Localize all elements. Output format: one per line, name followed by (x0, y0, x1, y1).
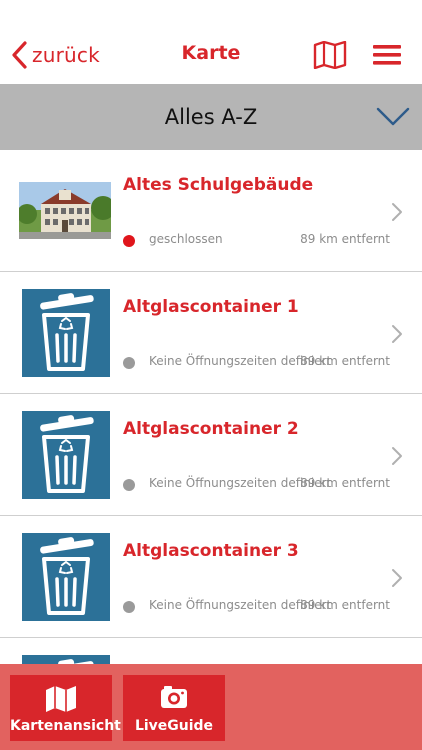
top-navigation-bar: zurück Karte (0, 0, 422, 84)
school-building-photo (19, 182, 111, 239)
distance-label: 89 km entfernt (300, 598, 390, 612)
list-item[interactable]: Altglascontainer 1 Keine Öffnungszeiten … (0, 272, 422, 394)
recycle-bin-icon (22, 533, 110, 621)
sort-filter-dropdown[interactable]: Alles A-Z (0, 84, 422, 150)
status-indicator-undefined (123, 479, 135, 491)
recycle-bin-icon (22, 411, 110, 499)
item-title: Altglascontainer 3 (123, 541, 299, 561)
camera-icon (161, 686, 187, 708)
chevron-right-icon (392, 447, 402, 465)
chevron-right-icon (392, 325, 402, 343)
map-view-button[interactable]: Kartenansicht (10, 675, 121, 741)
item-title: Altglascontainer 2 (123, 419, 299, 439)
poi-list: Altes Schulgebäude geschlossen 89 km ent… (0, 150, 422, 750)
item-title: Altes Schulgebäude (123, 175, 314, 195)
map-view-button-label: Kartenansicht (10, 718, 121, 734)
menu-icon[interactable] (373, 43, 401, 67)
chevron-right-icon (392, 203, 402, 221)
list-item[interactable]: Altes Schulgebäude geschlossen 89 km ent… (0, 150, 422, 272)
liveguide-button[interactable]: LiveGuide (123, 675, 225, 741)
list-item[interactable]: Altglascontainer 3 Keine Öffnungszeiten … (0, 516, 422, 638)
sort-filter-label: Alles A-Z (164, 105, 258, 129)
folded-map-icon (46, 686, 76, 712)
distance-label: 89 km entfernt (300, 354, 390, 368)
page-title: Karte (181, 42, 241, 64)
item-title: Altglascontainer 1 (123, 297, 299, 317)
map-icon[interactable] (313, 41, 347, 69)
bottom-toolbar: Kartenansicht LiveGuide (0, 664, 422, 750)
chevron-right-icon (392, 569, 402, 587)
liveguide-button-label: LiveGuide (134, 718, 214, 734)
chevron-down-icon (376, 107, 410, 126)
distance-label: 89 km entfernt (300, 476, 390, 490)
recycle-bin-icon (22, 289, 110, 377)
list-item[interactable]: Altglascontainer 2 Keine Öffnungszeiten … (0, 394, 422, 516)
status-indicator-undefined (123, 601, 135, 613)
status-indicator-closed (123, 235, 135, 247)
status-indicator-undefined (123, 357, 135, 369)
distance-label: 89 km entfernt (300, 232, 390, 246)
opening-status: geschlossen (149, 232, 223, 246)
